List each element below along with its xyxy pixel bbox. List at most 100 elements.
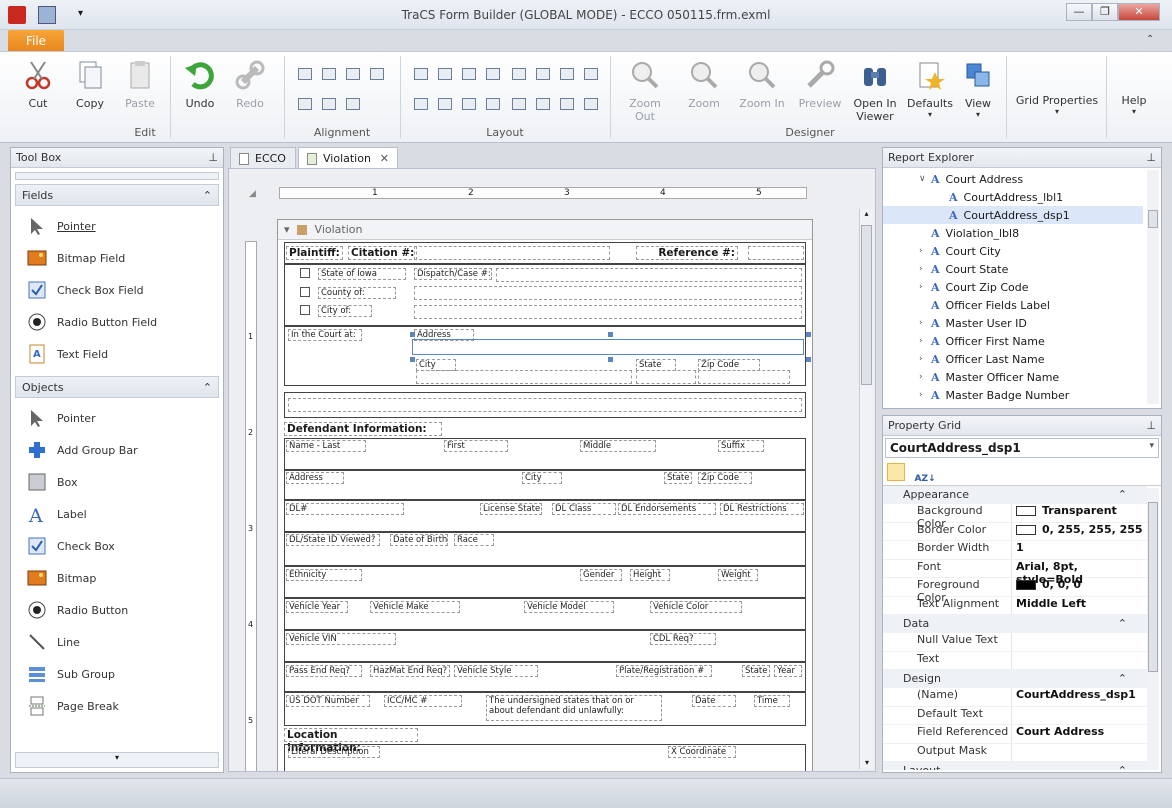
tool-checkbox-field[interactable]: Check Box Field	[17, 274, 217, 306]
city-checkbox[interactable]	[300, 305, 310, 315]
tool-check-box[interactable]: Check Box	[17, 530, 217, 562]
maximize-button[interactable]: ❐	[1092, 3, 1118, 21]
center-horizontal-icon[interactable]	[512, 98, 526, 110]
vehicle-vin-label[interactable]: Vehicle VIN	[286, 633, 396, 645]
property-row[interactable]: Text	[883, 651, 1147, 670]
dispatch-field[interactable]	[496, 268, 802, 282]
align-top-icon[interactable]	[370, 68, 384, 80]
toolbox-scroll-up[interactable]	[15, 172, 219, 180]
iccmc-label[interactable]: ICC/MC #	[384, 695, 462, 707]
property-row[interactable]: Font Arial, 8pt, style=Bold	[883, 559, 1147, 586]
explorer-item[interactable]: › A Officer First Name	[883, 332, 1143, 350]
property-value[interactable]	[1011, 633, 1147, 651]
explorer-item[interactable]: A CourtAddress_dsp1	[883, 206, 1143, 224]
weight-label[interactable]: Weight	[718, 569, 758, 581]
plate-label[interactable]: Plate/Registration #	[616, 665, 712, 677]
expand-arrow-icon[interactable]: ›	[919, 390, 931, 400]
expand-arrow-icon[interactable]: ›	[919, 264, 931, 274]
scroll-up-icon[interactable]: ▴	[860, 209, 873, 218]
tool-label[interactable]: A Label	[17, 498, 217, 530]
cdl-req-label[interactable]: CDL Req?	[650, 633, 716, 645]
v-year-label[interactable]: Year	[774, 665, 802, 677]
literal-desc-label[interactable]: Literal Description	[288, 746, 380, 758]
property-value[interactable]	[1011, 651, 1147, 669]
race-label[interactable]: Race	[454, 534, 494, 546]
cut-button[interactable]: Cut	[18, 58, 58, 110]
def-city-label[interactable]: City	[522, 472, 562, 484]
align-left-icon[interactable]	[298, 68, 312, 80]
designer-canvas[interactable]: 1 2 3 4 5 ◢ 1 2 3 4 5 ▾ Violation Plaint…	[228, 168, 876, 772]
dl-state-id-label[interactable]: DL/State ID Viewed?	[286, 534, 380, 546]
county-label[interactable]: County of:	[318, 287, 396, 299]
dl-class-label[interactable]: DL Class	[552, 503, 616, 515]
defendant-info-label[interactable]: Defendant Information:	[284, 422, 442, 436]
explorer-scrollbar[interactable]	[1147, 170, 1159, 404]
court-state-field[interactable]	[636, 370, 696, 384]
plaintiff-label[interactable]: Plaintiff:	[286, 246, 343, 260]
explorer-item[interactable]: › A Master User ID	[883, 314, 1143, 332]
property-scrollbar[interactable]	[1147, 488, 1159, 770]
explorer-item[interactable]: › A Court City	[883, 242, 1143, 260]
state-of-iowa-label[interactable]: State of Iowa	[318, 268, 406, 280]
explorer-item[interactable]: A Officer Fields Label	[883, 296, 1143, 314]
dl-restrictions-label[interactable]: DL Restrictions	[720, 503, 804, 515]
tool-sub-group[interactable]: Sub Group	[17, 658, 217, 690]
def-state-label[interactable]: State	[664, 472, 692, 484]
file-tab[interactable]: File	[8, 30, 64, 52]
tool-bitmap[interactable]: Bitmap	[17, 562, 217, 594]
location-info-label[interactable]: Location Information:	[284, 728, 418, 754]
tool-text-field[interactable]: A Text Field	[17, 338, 217, 370]
property-row[interactable]: Null Value Text	[883, 633, 1147, 652]
property-value[interactable]: Arial, 8pt, style=Bold	[1011, 559, 1147, 586]
align-center-icon[interactable]	[322, 68, 336, 80]
send-back-icon[interactable]	[584, 98, 598, 110]
size-to-grid-icon[interactable]	[486, 68, 500, 80]
property-row[interactable]: Foreground Color 0, 0, 0	[883, 578, 1147, 604]
officer-field[interactable]	[288, 398, 802, 412]
property-category[interactable]: Data ⌃	[883, 615, 1147, 633]
selection-handle[interactable]	[806, 332, 811, 337]
gender-label[interactable]: Gender	[580, 569, 622, 581]
middle-label[interactable]: Middle	[580, 440, 656, 452]
expand-arrow-icon[interactable]: ›	[919, 354, 931, 364]
defaults-button[interactable]: Defaults ▾	[904, 58, 956, 119]
endorsement-row[interactable]	[284, 662, 806, 692]
undersigned-label[interactable]: The undersigned states that on or about …	[486, 695, 662, 721]
vspace-decrease-icon[interactable]	[462, 98, 476, 110]
date-label[interactable]: Date	[692, 695, 736, 707]
scroll-thumb[interactable]	[861, 225, 872, 385]
explorer-item[interactable]: › A Officer Last Name	[883, 350, 1143, 368]
object-selector[interactable]: CourtAddress_dsp1 ▾	[885, 438, 1159, 458]
explorer-item[interactable]: › A Court State	[883, 260, 1143, 278]
property-row[interactable]: Field Referenced Court Address	[883, 725, 1147, 744]
tool-page-break[interactable]: Page Break	[17, 690, 217, 722]
hspace-increase-icon[interactable]	[536, 68, 550, 80]
pin-icon[interactable]: ⊥	[208, 151, 218, 164]
tab-violation[interactable]: Violation ✕	[298, 147, 398, 169]
same-height-icon[interactable]	[438, 68, 452, 80]
zoom-in-button[interactable]: Zoom In	[736, 58, 788, 110]
citation-label[interactable]: Citation #:	[348, 246, 418, 260]
property-row[interactable]: (Name) CourtAddress_dsp1	[883, 688, 1147, 707]
zoom-out-button[interactable]: Zoom Out	[622, 58, 668, 123]
align-grid-icon[interactable]	[346, 98, 360, 110]
vehicle-year-label[interactable]: Vehicle Year	[286, 601, 348, 613]
hazmat-label[interactable]: HazMat End Req?	[370, 665, 450, 677]
explorer-item[interactable]: › A Master Officer Name	[883, 368, 1143, 386]
collapse-ribbon-icon[interactable]: ⌃	[1146, 34, 1154, 45]
city-field[interactable]	[414, 305, 802, 319]
vspace-equal-icon[interactable]	[414, 98, 428, 110]
dl-label[interactable]: DL#	[286, 503, 404, 515]
state-checkbox[interactable]	[300, 268, 310, 278]
property-value[interactable]: Court Address	[1011, 725, 1147, 743]
align-middle-icon[interactable]	[298, 98, 312, 110]
suffix-label[interactable]: Suffix	[718, 440, 764, 452]
property-value[interactable]	[1011, 743, 1147, 761]
property-row[interactable]: Border Width 1	[883, 541, 1147, 560]
name-last-label[interactable]: Name - Last	[286, 440, 366, 452]
city-of-label[interactable]: City of:	[318, 305, 372, 317]
height-label[interactable]: Height	[630, 569, 670, 581]
ethnicity-label[interactable]: Ethnicity	[286, 569, 362, 581]
x-coord-label[interactable]: X Coordinate	[668, 746, 736, 758]
expand-icon[interactable]: ▾	[284, 223, 290, 236]
